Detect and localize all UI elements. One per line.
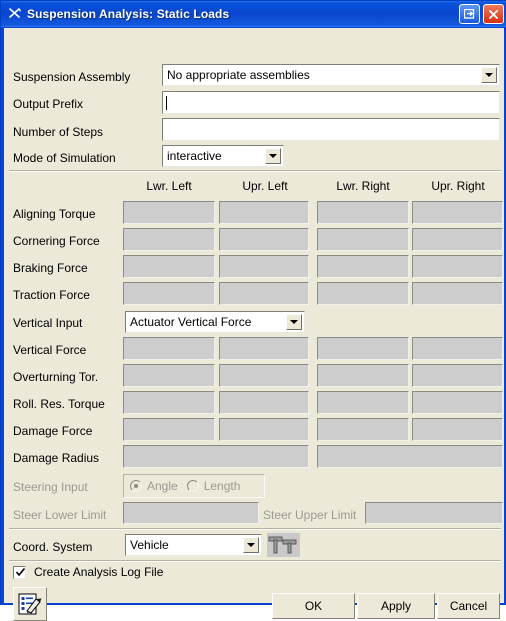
column-header-lwr-right: Lwr. Right xyxy=(336,179,390,193)
close-button[interactable] xyxy=(483,4,504,24)
cancel-button[interactable]: Cancel xyxy=(437,593,500,619)
edit-notes-icon xyxy=(18,593,42,615)
scissors-icon xyxy=(7,6,23,22)
row-label-aligning-torque: Aligning Torque xyxy=(13,207,96,221)
steer-lower-limit-label: Steer Lower Limit xyxy=(13,508,107,522)
output-prefix-input[interactable] xyxy=(162,91,500,114)
cell-vertical-force-upr-left[interactable] xyxy=(219,337,309,360)
cell-damage-force-lwr-right[interactable] xyxy=(317,418,409,441)
vertical-input-combo[interactable]: Actuator Vertical Force xyxy=(125,311,305,333)
steering-input-label: Steering Input xyxy=(13,480,88,494)
title-bar[interactable]: Suspension Analysis: Static Loads xyxy=(1,1,506,27)
cell-braking-force-lwr-left[interactable] xyxy=(123,255,215,278)
steering-input-radio-group: Angle Length xyxy=(123,474,265,498)
cell-roll-res-torque-lwr-left[interactable] xyxy=(123,391,215,414)
radio-length[interactable] xyxy=(186,480,199,492)
suspension-assembly-value: No appropriate assemblies xyxy=(167,68,310,82)
output-prefix-label: Output Prefix xyxy=(13,97,84,111)
coord-system-label: Coord. System xyxy=(13,540,93,554)
cell-roll-res-torque-upr-left[interactable] xyxy=(219,391,309,414)
cell-traction-force-upr-left[interactable] xyxy=(219,282,309,305)
row-label-vertical-force: Vertical Force xyxy=(13,343,87,357)
column-header-upr-right: Upr. Right xyxy=(431,179,485,193)
cell-aligning-torque-upr-right[interactable] xyxy=(412,201,503,224)
cell-traction-force-upr-right[interactable] xyxy=(412,282,503,305)
divider-top xyxy=(9,170,501,172)
row-label-traction-force: Traction Force xyxy=(13,288,90,302)
row-label-damage-force: Damage Force xyxy=(13,424,93,438)
cell-cornering-force-upr-left[interactable] xyxy=(219,228,309,251)
create-analysis-log-file-checkbox[interactable] xyxy=(13,565,26,579)
title-bar-buttons xyxy=(459,4,504,24)
cell-overturning-tor-lwr-right[interactable] xyxy=(317,364,409,387)
cell-damage-radius-right[interactable] xyxy=(317,445,503,468)
edit-notes-button[interactable] xyxy=(13,587,47,621)
dialog-window: Suspension Analysis: Static Loads Suspen… xyxy=(0,0,506,621)
mode-of-simulation-label: Mode of Simulation xyxy=(13,151,116,165)
cell-braking-force-lwr-right[interactable] xyxy=(317,255,409,278)
row-label-damage-radius: Damage Radius xyxy=(13,451,100,465)
cell-cornering-force-upr-right[interactable] xyxy=(412,228,503,251)
row-label-roll-res-torque: Roll. Res. Torque xyxy=(13,397,105,411)
cell-cornering-force-lwr-left[interactable] xyxy=(123,228,215,251)
coordinate-picker-icon[interactable] xyxy=(267,533,300,557)
cell-vertical-force-lwr-left[interactable] xyxy=(123,337,215,360)
cell-roll-res-torque-lwr-right[interactable] xyxy=(317,391,409,414)
divider-mid xyxy=(9,528,501,530)
window-title: Suspension Analysis: Static Loads xyxy=(27,7,230,21)
number-of-steps-label: Number of Steps xyxy=(13,125,104,139)
cell-damage-force-upr-left[interactable] xyxy=(219,418,309,441)
restore-button[interactable] xyxy=(459,4,480,24)
steer-lower-limit-input[interactable] xyxy=(123,502,259,524)
text-cursor xyxy=(166,95,167,110)
coord-system-combo[interactable]: Vehicle xyxy=(125,534,262,556)
cell-roll-res-torque-upr-right[interactable] xyxy=(412,391,503,414)
row-label-overturning-tor: Overturning Tor. xyxy=(13,370,99,384)
cell-traction-force-lwr-right[interactable] xyxy=(317,282,409,305)
cell-braking-force-upr-left[interactable] xyxy=(219,255,309,278)
cell-overturning-tor-lwr-left[interactable] xyxy=(123,364,215,387)
steer-upper-limit-input[interactable] xyxy=(365,502,503,524)
cell-aligning-torque-lwr-right[interactable] xyxy=(317,201,409,224)
radio-angle-label: Angle xyxy=(147,479,178,493)
chevron-down-icon[interactable] xyxy=(286,314,302,330)
cell-traction-force-lwr-left[interactable] xyxy=(123,282,215,305)
cell-overturning-tor-upr-left[interactable] xyxy=(219,364,309,387)
chevron-down-icon[interactable] xyxy=(265,148,281,164)
cell-overturning-tor-upr-right[interactable] xyxy=(412,364,503,387)
coord-system-value: Vehicle xyxy=(130,538,169,552)
chevron-down-icon[interactable] xyxy=(481,67,497,83)
cell-aligning-torque-upr-left[interactable] xyxy=(219,201,309,224)
create-analysis-log-file-label: Create Analysis Log File xyxy=(34,565,164,579)
chevron-down-icon[interactable] xyxy=(243,537,259,553)
cell-aligning-torque-lwr-left[interactable] xyxy=(123,201,215,224)
cell-vertical-force-lwr-right[interactable] xyxy=(317,337,409,360)
apply-button[interactable]: Apply xyxy=(357,593,435,619)
mode-of-simulation-combo[interactable]: interactive xyxy=(162,145,284,167)
radio-length-label: Length xyxy=(203,479,241,493)
row-label-braking-force: Braking Force xyxy=(13,261,88,275)
divider-bottom xyxy=(9,560,501,562)
row-label-cornering-force: Cornering Force xyxy=(13,234,100,248)
cell-damage-force-upr-right[interactable] xyxy=(412,418,503,441)
column-header-upr-left: Upr. Left xyxy=(242,179,288,193)
ok-button[interactable]: OK xyxy=(272,593,355,619)
cell-vertical-force-upr-right[interactable] xyxy=(412,337,503,360)
dialog-client-area: Suspension Assembly No appropriate assem… xyxy=(4,28,504,621)
cell-damage-radius-left[interactable] xyxy=(123,445,309,468)
cell-braking-force-upr-right[interactable] xyxy=(412,255,503,278)
number-of-steps-input[interactable] xyxy=(162,118,500,141)
column-header-lwr-left: Lwr. Left xyxy=(146,179,192,193)
steer-upper-limit-label: Steer Upper Limit xyxy=(263,508,357,522)
create-analysis-log-file-row[interactable]: Create Analysis Log File xyxy=(13,565,163,579)
vertical-input-value: Actuator Vertical Force xyxy=(130,315,252,329)
suspension-assembly-combo[interactable]: No appropriate assemblies xyxy=(162,64,500,86)
vertical-input-label: Vertical Input xyxy=(13,316,83,330)
radio-angle[interactable] xyxy=(130,480,142,492)
cell-damage-force-lwr-left[interactable] xyxy=(123,418,215,441)
check-icon xyxy=(15,567,26,576)
suspension-assembly-label: Suspension Assembly xyxy=(13,70,131,84)
mode-of-simulation-value: interactive xyxy=(167,149,222,163)
cell-cornering-force-lwr-right[interactable] xyxy=(317,228,409,251)
